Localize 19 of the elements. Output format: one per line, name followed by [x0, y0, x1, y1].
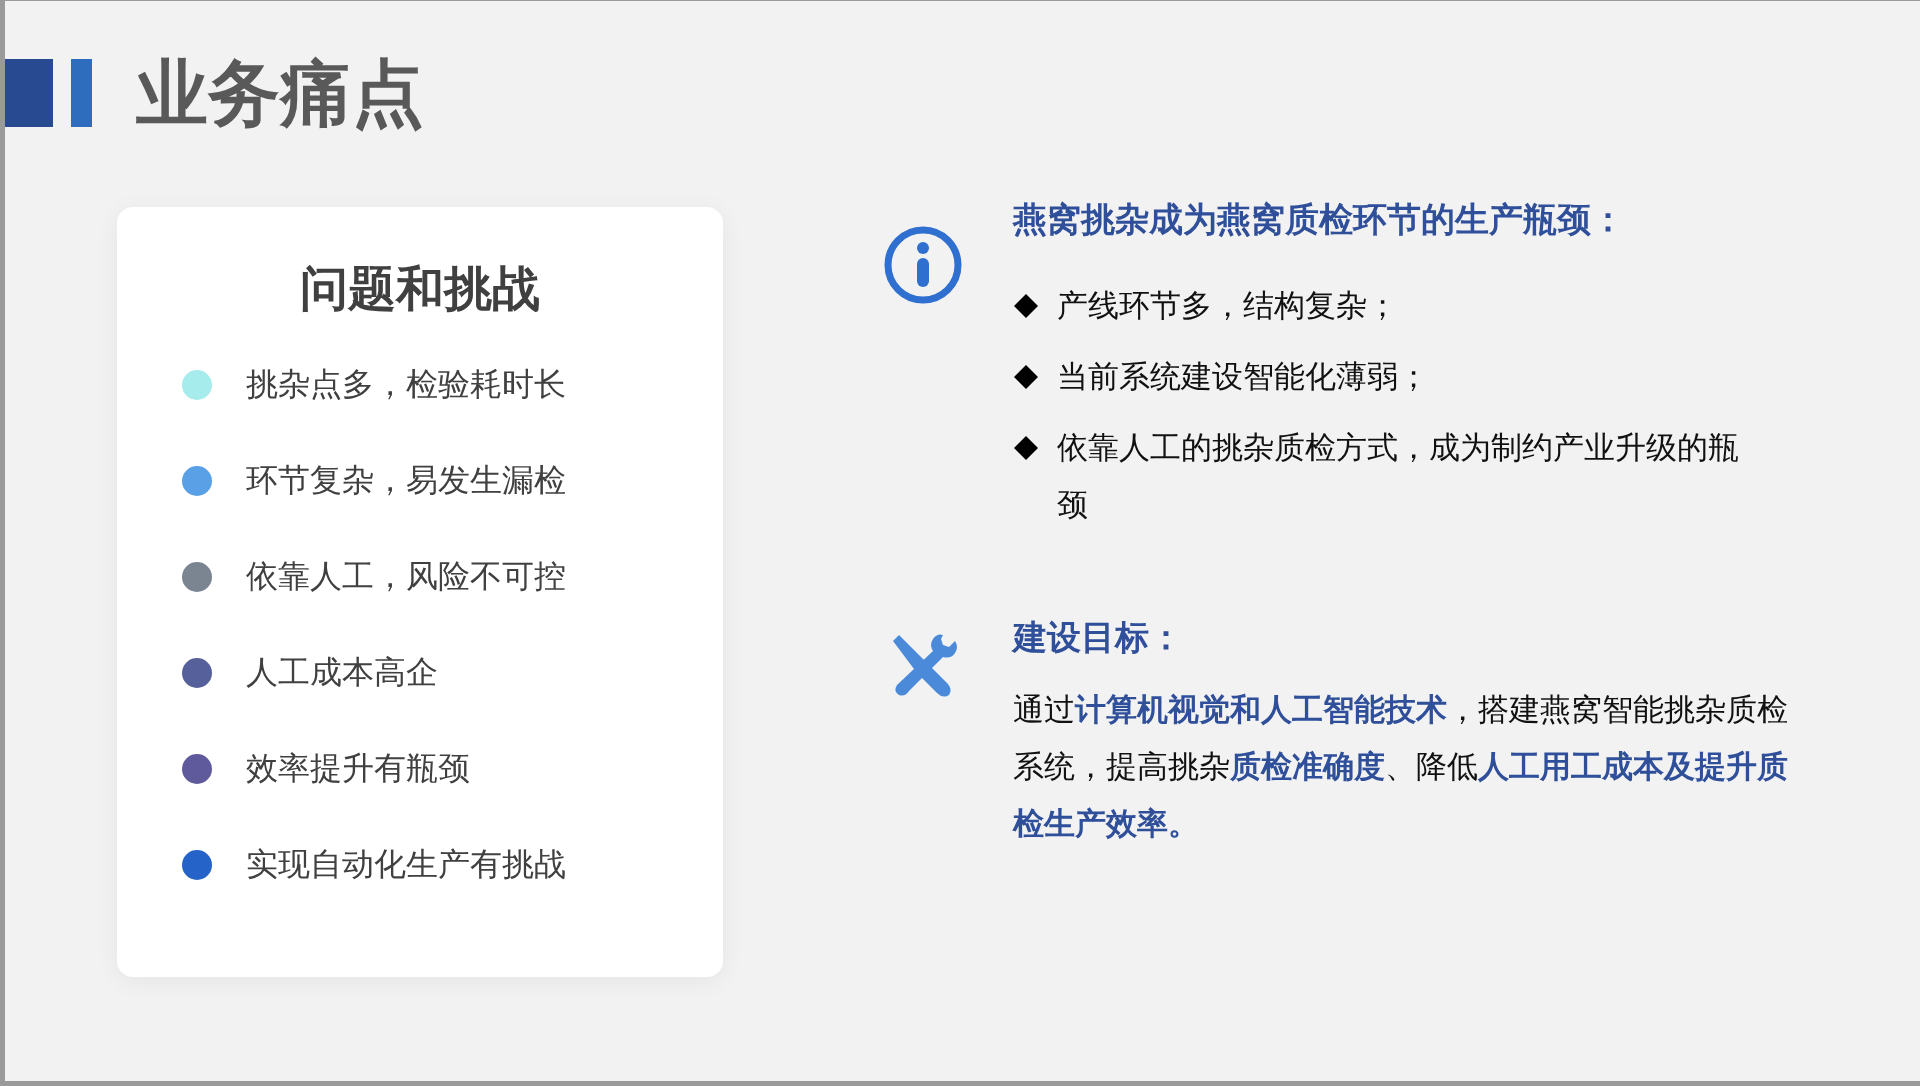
challenge-text: 挑杂点多，检验耗时长 — [246, 364, 566, 405]
challenge-text: 效率提升有瓶颈 — [246, 748, 470, 789]
challenge-text: 实现自动化生产有挑战 — [246, 844, 566, 885]
diamond-bullet-icon — [1013, 293, 1039, 319]
accent-bar — [71, 59, 92, 127]
challenge-text: 依靠人工，风险不可控 — [246, 556, 566, 597]
challenge-text: 人工成本高企 — [246, 652, 438, 693]
section-heading: 燕窝挑杂成为燕窝质检环节的生产瓶颈： — [1013, 198, 1626, 241]
bullet-text: 产线环节多，结构复杂； — [1057, 286, 1399, 325]
accent-bar — [5, 59, 53, 127]
info-icon — [883, 225, 963, 305]
bullet-text: 依靠人工的挑杂质检方式，成为制约产业升级的瓶颈 — [1057, 428, 1740, 524]
section-heading: 建设目标： — [1013, 616, 1184, 659]
goal-paragraph: 通过计算机视觉和人工智能技术，搭建燕窝智能挑杂质检系统，提高挑杂质检准确度、降低人工用工成本及提升质检生产效率。 — [1013, 690, 1789, 843]
diamond-bullet-icon — [1013, 435, 1039, 461]
bullet-text: 当前系统建设智能化薄弱； — [1057, 357, 1430, 396]
diamond-bullet-icon — [1013, 364, 1039, 390]
card-title: 问题和挑战 — [300, 259, 540, 318]
challenge-text: 环节复杂，易发生漏检 — [246, 460, 566, 501]
